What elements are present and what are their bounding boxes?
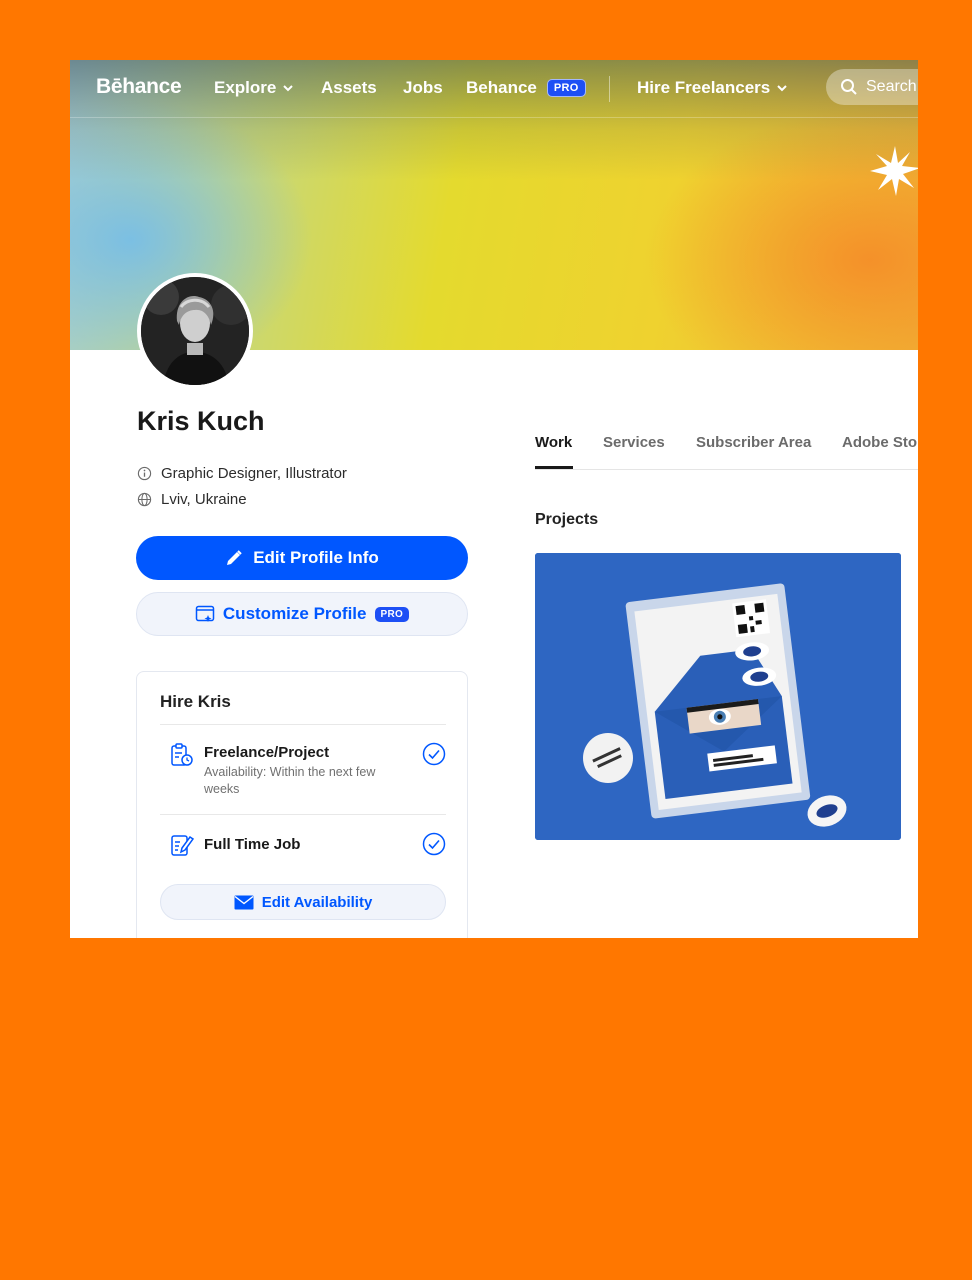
freelance-option-title: Freelance/Project <box>204 744 330 761</box>
nav-hire-freelancers[interactable]: Hire Freelancers <box>637 78 788 98</box>
check-circle-icon[interactable] <box>422 832 446 856</box>
customize-profile-button[interactable]: Customize Profile PRO <box>136 592 468 636</box>
hire-card: Hire Kris Freelance/Project Availability… <box>136 671 468 938</box>
edit-availability-button[interactable]: Edit Availability <box>160 884 446 920</box>
project-thumbnail[interactable] <box>535 553 901 840</box>
divider <box>160 814 446 815</box>
top-nav: Bēhance Explore Assets Jobs Behance PRO … <box>70 60 918 118</box>
nav-behance-pro[interactable]: Behance PRO <box>466 78 586 98</box>
tab-subscriber-area[interactable]: Subscriber Area <box>696 434 811 451</box>
profile-name: Kris Kuch <box>137 406 265 436</box>
nav-explore[interactable]: Explore <box>214 78 294 98</box>
pencil-icon <box>227 550 242 565</box>
nav-assets[interactable]: Assets <box>321 78 377 98</box>
search-placeholder: Search <box>866 78 917 95</box>
globe-icon <box>137 492 152 507</box>
fulltime-option-title: Full Time Job <box>204 836 301 853</box>
occupation-row: Graphic Designer, Illustrator <box>137 465 347 482</box>
occupation-text: Graphic Designer, Illustrator <box>161 465 347 482</box>
pro-badge: PRO <box>546 79 586 97</box>
edit-availability-label: Edit Availability <box>261 893 373 911</box>
location-row: Lviv, Ukraine <box>137 491 247 508</box>
sparkle-icon <box>870 146 918 196</box>
projects-title: Projects <box>535 511 599 528</box>
nav-jobs[interactable]: Jobs <box>403 78 443 98</box>
avatar-photo <box>141 277 249 385</box>
nav-behance-label: Behance <box>466 78 537 97</box>
nav-explore-label: Explore <box>214 78 277 97</box>
customize-icon <box>195 605 215 622</box>
clipboard-clock-icon <box>171 743 193 766</box>
hire-title: Hire Kris <box>160 692 231 711</box>
browser-frame: Bēhance Explore Assets Jobs Behance PRO … <box>70 60 918 938</box>
divider <box>160 724 446 725</box>
check-circle-icon[interactable] <box>422 742 446 766</box>
document-pen-icon <box>171 835 195 856</box>
customize-profile-label: Customize Profile <box>222 604 367 623</box>
envelope-icon <box>234 895 254 909</box>
nav-hire-label: Hire Freelancers <box>637 78 771 97</box>
pro-badge: PRO <box>374 606 410 622</box>
chevron-down-icon <box>283 85 294 92</box>
location-text: Lviv, Ukraine <box>161 491 247 508</box>
search-input[interactable]: Search <box>826 69 918 105</box>
behance-logo[interactable]: Bēhance <box>96 75 182 99</box>
edit-profile-button[interactable]: Edit Profile Info <box>136 536 468 580</box>
chevron-down-icon <box>777 85 787 92</box>
profile-tabs: Work Services Subscriber Area Adobe Sto <box>535 434 918 470</box>
avatar[interactable] <box>137 273 253 389</box>
active-tab-indicator <box>535 466 573 469</box>
project-cover-image <box>535 553 901 840</box>
info-icon <box>137 466 152 481</box>
search-icon <box>841 79 857 95</box>
nav-divider <box>609 76 610 102</box>
tab-services[interactable]: Services <box>603 434 665 451</box>
freelance-availability: Availability: Within the next few weeks <box>204 765 376 796</box>
tab-adobe-stock[interactable]: Adobe Sto <box>842 434 917 451</box>
edit-profile-label: Edit Profile Info <box>253 548 379 567</box>
tab-work[interactable]: Work <box>535 434 572 451</box>
